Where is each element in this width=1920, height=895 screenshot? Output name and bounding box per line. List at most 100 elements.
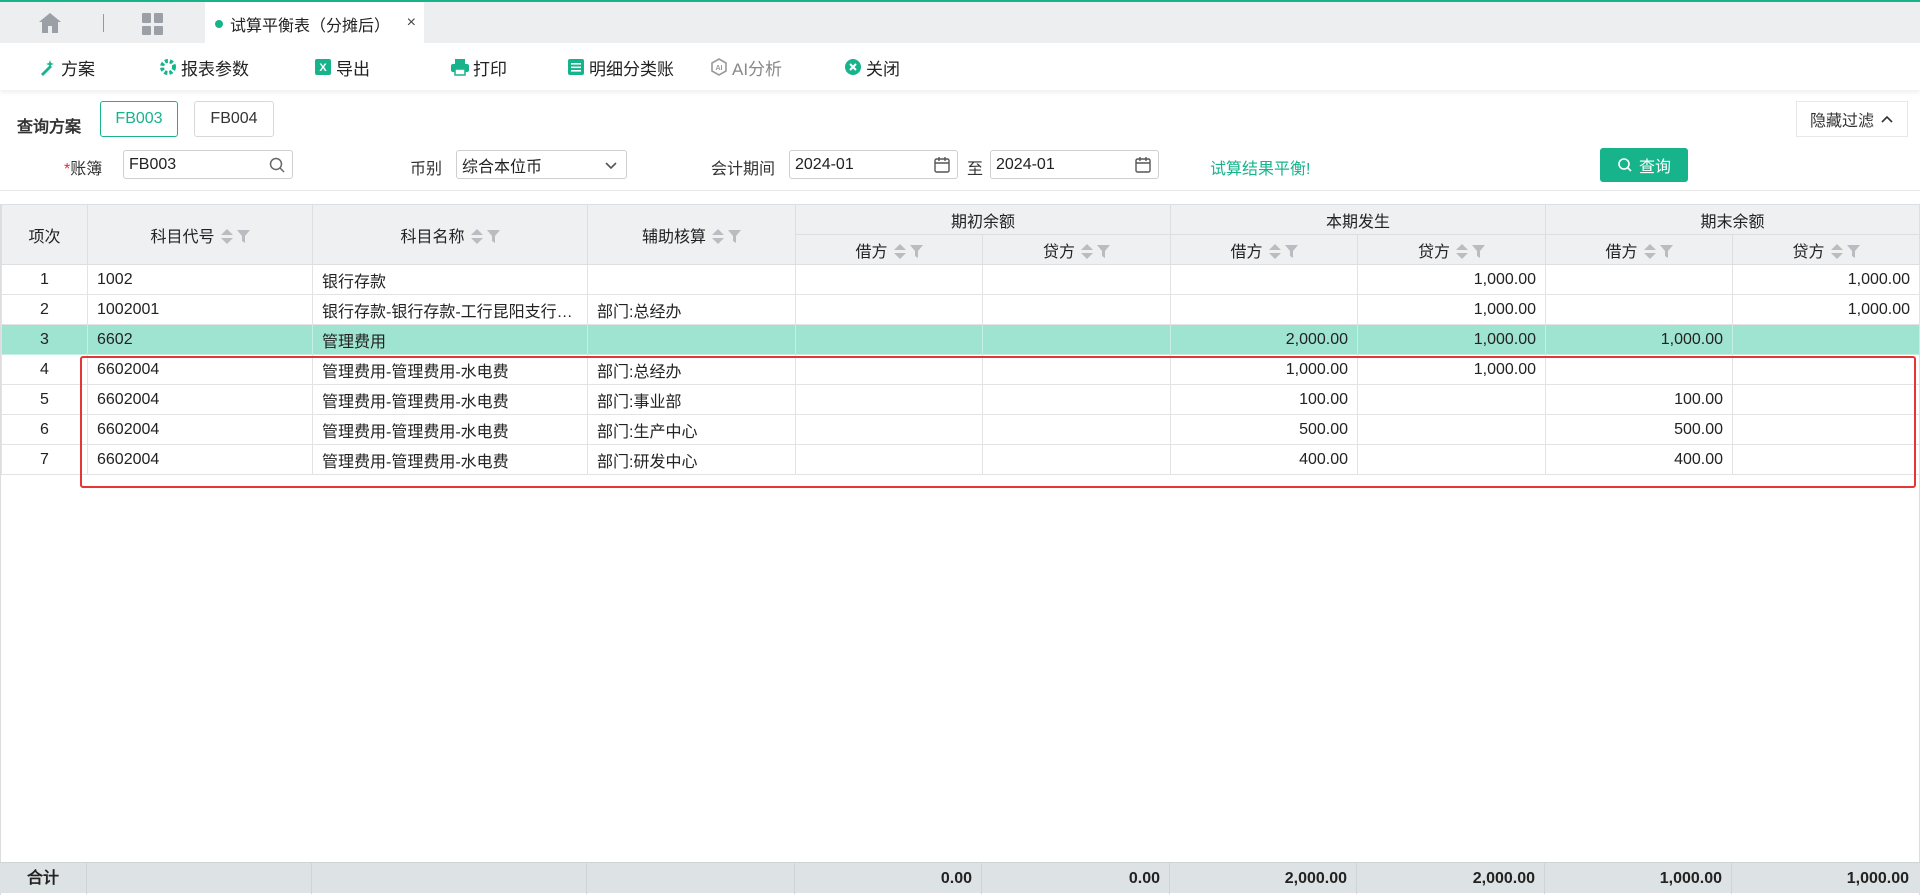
- header-name[interactable]: 科目名称: [312, 204, 588, 265]
- calendar-icon[interactable]: [1134, 156, 1152, 174]
- table-row-selected[interactable]: 3 6602 管理费用 2,000.00 1,000.00 1,000.00: [1, 324, 1920, 355]
- book-input[interactable]: FB003: [123, 150, 293, 179]
- currency-select[interactable]: 综合本位币: [456, 150, 627, 179]
- chevron-down-icon: [605, 162, 617, 170]
- header-current-debit[interactable]: 借方: [1170, 234, 1359, 265]
- table-row[interactable]: 1 1002 银行存款 1,000.00 1,000.00: [1, 264, 1920, 295]
- sort-icon[interactable]: [1830, 244, 1843, 260]
- table-row[interactable]: 6 6602004 管理费用-管理费用-水电费 部门:生产中心 500.00 500.00: [1, 414, 1920, 445]
- book-label: 账簿: [70, 161, 103, 178]
- cell-current-debit: 2,000.00: [1170, 324, 1359, 355]
- cell-name: 银行存款: [312, 264, 588, 295]
- totals-name-cell: [311, 863, 586, 894]
- cell-closing-debit: 100.00: [1545, 384, 1734, 415]
- filter-funnel-icon[interactable]: [728, 230, 741, 244]
- totals-row: 合计 0.00 0.00 2,000.00 2,000.00 1,000.00 …: [0, 862, 1920, 894]
- apps-grid-icon[interactable]: [142, 13, 164, 35]
- cell-aux: 部门:研发中心: [587, 444, 796, 475]
- sort-icon[interactable]: [712, 229, 724, 245]
- period-to-input[interactable]: 2024-01: [990, 150, 1159, 179]
- cell-current-debit: 100.00: [1170, 384, 1359, 415]
- filter-funnel-icon[interactable]: [1472, 245, 1486, 259]
- scheme-fb003-button[interactable]: FB003: [100, 101, 178, 137]
- report-params-button[interactable]: 报表参数: [158, 55, 249, 79]
- table-row[interactable]: 2 1002001 银行存款-银行存款-工行昆阳支行… 部门:总经办 1,000.00 1…: [1, 294, 1920, 325]
- header-code[interactable]: 科目代号: [87, 204, 313, 265]
- active-dot-icon: [215, 19, 223, 28]
- calendar-icon[interactable]: [933, 156, 951, 174]
- cell-code: 6602: [87, 324, 313, 355]
- sort-icon[interactable]: [470, 229, 483, 245]
- scheme-fb004-button[interactable]: FB004: [194, 101, 274, 137]
- filter-funnel-icon[interactable]: [909, 245, 923, 259]
- period-from-input[interactable]: 2024-01: [789, 150, 958, 179]
- table-row[interactable]: 4 6602004 管理费用-管理费用-水电费 部门:总经办 1,000.00 1,000…: [1, 354, 1920, 385]
- header-opening-balance: 期初余额: [794, 204, 1172, 235]
- sort-icon[interactable]: [1081, 244, 1094, 260]
- header-closing-credit[interactable]: 贷方: [1732, 234, 1920, 265]
- totals-opening-credit: 0.00: [981, 863, 1169, 894]
- query-scheme-label: 查询方案: [17, 119, 82, 136]
- sort-icon[interactable]: [220, 229, 233, 245]
- cell-current-credit: 1,000.00: [1357, 354, 1547, 385]
- cell-code: 1002: [87, 264, 313, 295]
- header-aux[interactable]: 辅助核算: [587, 204, 796, 265]
- filter-funnel-icon[interactable]: [236, 230, 250, 244]
- table-row[interactable]: 7 6602004 管理费用-管理费用-水电费 部门:研发中心 400.00 400.00: [1, 444, 1920, 475]
- totals-code-cell: [86, 863, 311, 894]
- cell-current-debit: 1,000.00: [1170, 354, 1359, 385]
- cell-name: 管理费用-管理费用-水电费: [312, 354, 588, 385]
- cell-current-credit: 1,000.00: [1357, 294, 1547, 325]
- sort-icon[interactable]: [1268, 244, 1281, 260]
- cell-closing-credit: 1,000.00: [1732, 294, 1920, 325]
- cell-index: 2: [1, 294, 88, 325]
- detail-ledger-button[interactable]: 明细分类账: [566, 55, 674, 79]
- filter-funnel-icon[interactable]: [486, 230, 500, 244]
- ai-analysis-button[interactable]: AI AI分析: [709, 55, 782, 79]
- filter-funnel-icon[interactable]: [1659, 245, 1673, 259]
- sort-icon[interactable]: [893, 244, 906, 260]
- header-opening-debit[interactable]: 借方: [795, 234, 983, 265]
- close-button[interactable]: 关闭: [843, 55, 900, 79]
- scheme-button[interactable]: 方案: [38, 55, 95, 79]
- cell-opening-debit: [795, 294, 983, 325]
- filter-funnel-icon[interactable]: [1846, 245, 1860, 259]
- sort-icon[interactable]: [1456, 244, 1469, 260]
- totals-aux-cell: [586, 863, 794, 894]
- printer-icon: [450, 57, 470, 77]
- totals-closing-credit: 1,000.00: [1731, 863, 1918, 894]
- tab-close-icon[interactable]: ×: [407, 14, 416, 32]
- search-icon[interactable]: [268, 156, 286, 174]
- sort-icon[interactable]: [1643, 244, 1656, 260]
- filter-funnel-icon[interactable]: [1097, 245, 1111, 259]
- cell-name: 管理费用: [312, 324, 588, 355]
- filter-funnel-icon[interactable]: [1284, 245, 1298, 259]
- tab-trial-balance[interactable]: 试算平衡表（分摊后） ×: [205, 2, 424, 45]
- ai-chip-icon: AI: [709, 57, 729, 77]
- cell-index: 5: [1, 384, 88, 415]
- table-row[interactable]: 5 6602004 管理费用-管理费用-水电费 部门:事业部 100.00 100.00: [1, 384, 1920, 415]
- export-button[interactable]: X 导出: [313, 55, 370, 79]
- header-closing-balance: 期末余额: [1545, 204, 1920, 235]
- period-from-value: 2024-01: [795, 155, 854, 173]
- cell-code: 6602004: [87, 384, 313, 415]
- header-current-credit[interactable]: 贷方: [1357, 234, 1547, 265]
- trial-balance-grid: 项次 科目代号 科目名称 辅助核算 期初余额 本期发生 期末余额 借方 贷方 借…: [0, 204, 1920, 895]
- cell-opening-debit: [795, 444, 983, 475]
- header-closing-debit[interactable]: 借方: [1545, 234, 1734, 265]
- toolbar: 方案 报表参数 X 导出 打印 明细分类账 AI AI分析 关闭: [0, 43, 1920, 90]
- filter-divider: [0, 190, 1920, 191]
- hide-filter-button[interactable]: 隐藏过滤: [1796, 101, 1908, 137]
- query-button[interactable]: 查询: [1600, 148, 1688, 182]
- print-button[interactable]: 打印: [450, 55, 507, 79]
- cell-index: 7: [1, 444, 88, 475]
- cell-closing-credit: 1,000.00: [1732, 264, 1920, 295]
- totals-label: 合计: [26, 870, 59, 887]
- cell-closing-credit: [1732, 354, 1920, 385]
- home-icon[interactable]: [38, 12, 62, 34]
- cell-name: 管理费用-管理费用-水电费: [312, 414, 588, 445]
- ledger-list-icon: [566, 57, 586, 77]
- cell-name: 银行存款-银行存款-工行昆阳支行…: [312, 294, 588, 325]
- header-opening-credit[interactable]: 贷方: [981, 234, 1172, 265]
- cell-closing-debit: [1545, 264, 1734, 295]
